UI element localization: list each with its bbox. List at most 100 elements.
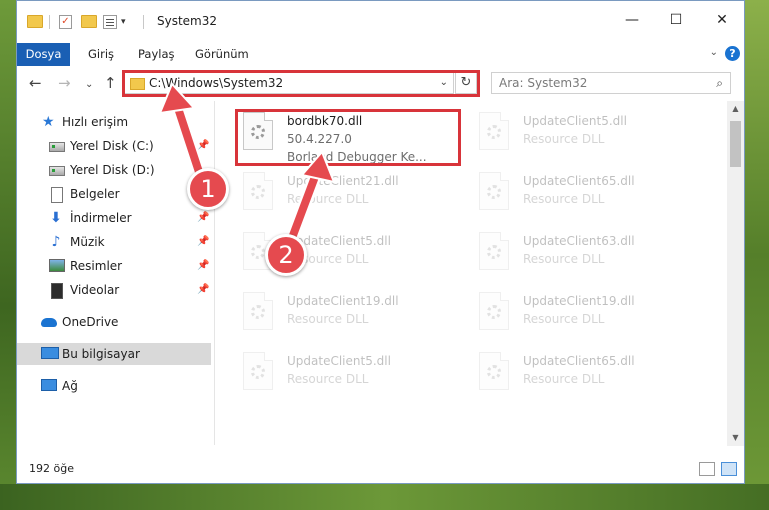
file-highlight-box — [235, 109, 461, 166]
toolbar-separator — [49, 15, 50, 29]
download-icon: ⬇ — [50, 210, 62, 226]
dll-file-icon — [479, 172, 509, 210]
desktop-background-left — [0, 0, 16, 510]
expand-ribbon-icon[interactable]: ⌄ — [710, 47, 718, 58]
sidebar-item-label: Resimler — [70, 259, 123, 273]
new-folder-icon[interactable] — [81, 15, 97, 28]
file-item[interactable]: UpdateClient5.dll Resource DLL — [473, 105, 693, 165]
pin-icon[interactable]: 📌 — [197, 255, 209, 277]
folder-icon — [27, 15, 43, 28]
customize-dropdown-icon[interactable]: ▾ — [121, 17, 126, 27]
navigation-pane: ★ Hızlı erişim Yerel Disk (C:) 📌 Yerel D… — [17, 101, 214, 446]
file-type: Resource DLL — [523, 132, 605, 146]
dll-file-icon — [243, 292, 273, 330]
file-item[interactable]: UpdateClient19.dll Resource DLL — [473, 285, 693, 345]
dll-file-icon — [243, 352, 273, 390]
vertical-scrollbar[interactable]: ▲ ▼ — [727, 101, 744, 446]
sidebar-item-music[interactable]: ♪ Müzik 📌 — [17, 231, 211, 253]
file-item[interactable]: UpdateClient65.dll Resource DLL — [473, 345, 693, 405]
tab-view[interactable]: Görünüm — [195, 43, 249, 66]
properties-check-icon[interactable]: ✓ — [59, 15, 72, 29]
status-bar: 192 öğe — [17, 459, 744, 483]
sidebar-item-onedrive[interactable]: OneDrive — [17, 311, 211, 333]
tab-share[interactable]: Paylaş — [138, 43, 175, 66]
disk-icon — [49, 166, 65, 176]
ribbon-tabs: Dosya Giriş Paylaş Görünüm ⌄ ? — [17, 41, 744, 67]
dll-file-icon — [479, 292, 509, 330]
star-icon: ★ — [42, 114, 55, 130]
help-icon[interactable]: ? — [725, 46, 740, 61]
address-highlight-box — [122, 70, 480, 97]
file-item[interactable]: UpdateClient5.dll Resource DLL — [237, 345, 457, 405]
pin-icon[interactable]: 📌 — [197, 135, 209, 157]
file-name: UpdateClient65.dll — [523, 354, 635, 368]
video-icon — [51, 283, 63, 299]
minimize-button[interactable]: — — [615, 9, 649, 31]
close-button[interactable]: ✕ — [705, 9, 739, 31]
window-title: System32 — [157, 14, 218, 28]
search-icon: ⌕ — [716, 76, 723, 90]
scroll-down-icon[interactable]: ▼ — [727, 430, 744, 446]
file-item[interactable]: UpdateClient65.dll Resource DLL — [473, 165, 693, 225]
up-arrow-icon[interactable]: ↑ — [104, 75, 117, 91]
pin-icon[interactable]: 📌 — [197, 231, 209, 253]
pin-icon[interactable]: 📌 — [197, 279, 209, 301]
pc-icon — [41, 347, 59, 359]
dll-file-icon — [479, 112, 509, 150]
sidebar-item-videos[interactable]: Videolar 📌 — [17, 279, 211, 301]
file-item[interactable]: UpdateClient19.dll Resource DLL — [237, 285, 457, 345]
desktop-background-bottom — [0, 484, 769, 510]
music-icon: ♪ — [51, 234, 61, 250]
sidebar-item-pictures[interactable]: Resimler 📌 — [17, 255, 211, 277]
file-item[interactable]: UpdateClient63.dll Resource DLL — [473, 225, 693, 285]
sidebar-item-quick-access[interactable]: ★ Hızlı erişim — [17, 111, 211, 133]
sidebar-item-label: Yerel Disk (C:) — [70, 139, 154, 153]
pin-icon[interactable]: 📌 — [197, 207, 209, 229]
file-name: UpdateClient63.dll — [523, 234, 635, 248]
sidebar-item-downloads[interactable]: ⬇ İndirmeler 📌 — [17, 207, 211, 229]
sidebar-item-label: OneDrive — [62, 315, 119, 329]
sidebar-item-label: Müzik — [70, 235, 105, 249]
recent-locations-icon[interactable]: ⌄ — [85, 77, 93, 93]
gear-icon — [487, 125, 501, 139]
dll-file-icon — [479, 232, 509, 270]
gear-icon — [487, 365, 501, 379]
file-type: Resource DLL — [287, 192, 369, 206]
gear-icon — [487, 245, 501, 259]
file-name: UpdateClient19.dll — [287, 294, 399, 308]
back-arrow-icon[interactable]: ← — [29, 75, 42, 91]
sidebar-item-network[interactable]: Ağ — [17, 375, 211, 397]
file-type: Resource DLL — [523, 252, 605, 266]
explorer-window: ✓ ▾ System32 — ☐ ✕ Dosya Giriş Paylaş Gö… — [16, 0, 745, 484]
forward-arrow-icon[interactable]: → — [58, 75, 71, 91]
details-view-icon[interactable] — [699, 462, 715, 476]
maximize-button[interactable]: ☐ — [659, 9, 693, 31]
large-icons-view-icon[interactable] — [721, 462, 737, 476]
cloud-icon — [41, 318, 57, 327]
document-icon — [51, 187, 63, 203]
file-type: Resource DLL — [287, 312, 369, 326]
gear-icon — [487, 185, 501, 199]
tab-home[interactable]: Giriş — [88, 43, 114, 66]
scroll-thumb[interactable] — [730, 121, 741, 167]
file-type: Resource DLL — [523, 312, 605, 326]
sidebar-item-local-disk-c[interactable]: Yerel Disk (C:) 📌 — [17, 135, 211, 157]
title-separator — [143, 15, 144, 29]
sidebar-item-this-pc[interactable]: Bu bilgisayar — [17, 343, 211, 365]
search-input[interactable]: Ara: System32 ⌕ — [491, 72, 731, 94]
file-name: UpdateClient5.dll — [287, 354, 391, 368]
sidebar-item-documents[interactable]: Belgeler — [17, 183, 211, 205]
gear-icon — [487, 305, 501, 319]
tab-file[interactable]: Dosya — [17, 43, 70, 66]
dll-file-icon — [479, 352, 509, 390]
file-item[interactable]: UpdateClient21.dll Resource DLL — [237, 165, 457, 225]
step-1-callout: 1 — [187, 168, 229, 210]
disk-icon — [49, 142, 65, 152]
file-type: Resource DLL — [523, 192, 605, 206]
sidebar-item-label: Videolar — [70, 283, 120, 297]
dll-file-icon — [243, 172, 273, 210]
sidebar-item-local-disk-d[interactable]: Yerel Disk (D:) — [17, 159, 211, 181]
sidebar-item-label: Belgeler — [70, 187, 120, 201]
quick-access-props-icon[interactable] — [103, 15, 117, 29]
scroll-up-icon[interactable]: ▲ — [727, 101, 744, 117]
